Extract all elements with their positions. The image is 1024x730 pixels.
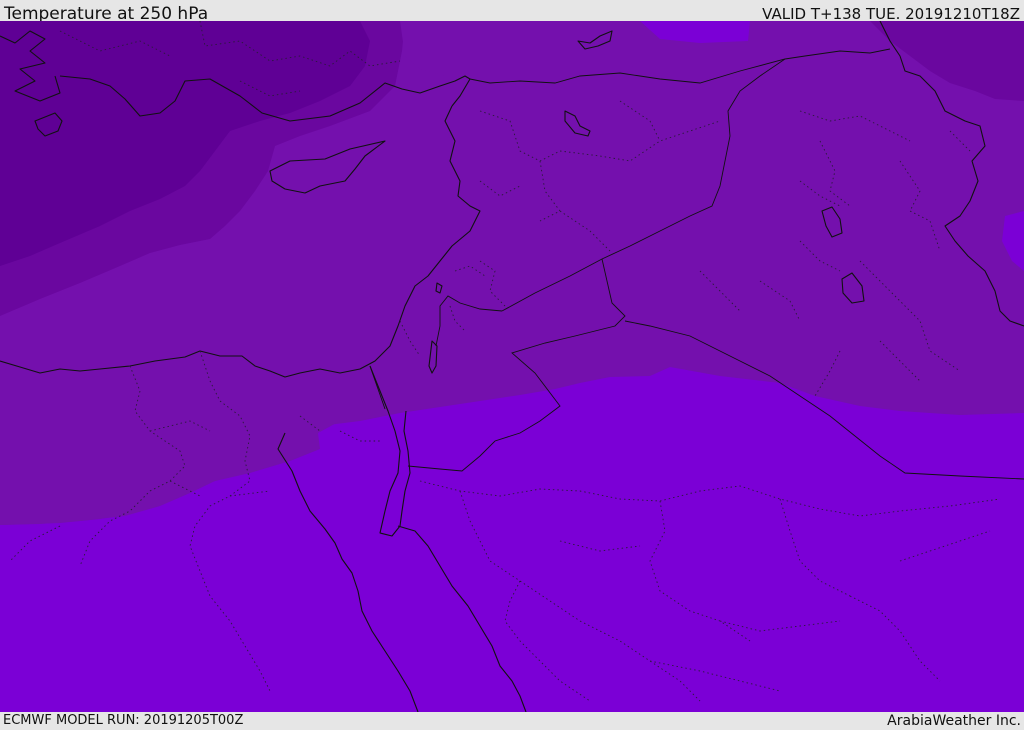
model-run-label: ECMWF MODEL RUN: 20191205T00Z xyxy=(3,713,244,728)
weather-map[interactable] xyxy=(0,21,1024,712)
credit-label: ArabiaWeather Inc. xyxy=(887,713,1021,729)
header-bar: Temperature at 250 hPa VALID T+138 TUE. … xyxy=(0,0,1024,24)
temperature-map-svg xyxy=(0,21,1024,712)
footer-bar: ECMWF MODEL RUN: 20191205T00Z ArabiaWeat… xyxy=(0,712,1024,729)
